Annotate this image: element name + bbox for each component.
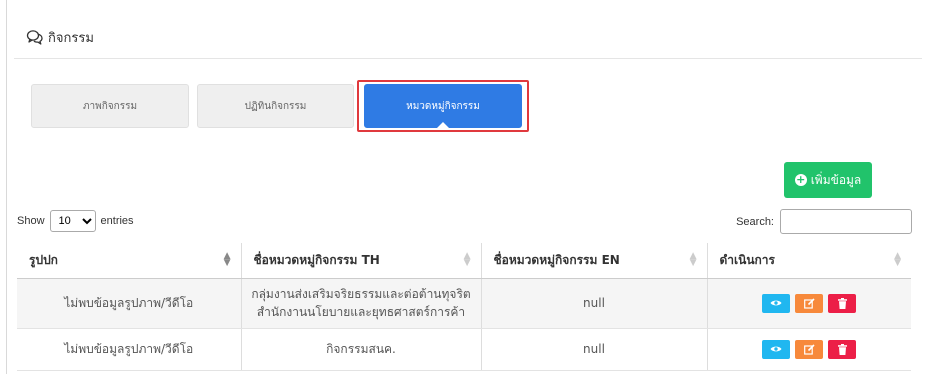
column-header-label: ชื่อหมวดหมู่กิจกรรม TH (253, 252, 380, 267)
cover-cell: ไม่พบข้อมูลรูปภาพ/วีดีโอ (17, 328, 242, 371)
table-row: ไม่พบข้อมูลรูปภาพ/วีดีโอ กิจกรรมสนค. nul… (17, 328, 911, 371)
column-header-cover[interactable]: รูปปก ▲ ▼ (17, 243, 242, 279)
column-header-label: ชื่อหมวดหมู่กิจกรรม EN (493, 252, 620, 267)
tab-label: ภาพกิจกรรม (82, 100, 138, 112)
show-label: Show (17, 215, 45, 227)
cover-cell: ไม่พบข้อมูลรูปภาพ/วีดีโอ (17, 278, 242, 329)
view-button[interactable] (762, 339, 791, 359)
column-header-label: ดำเนินการ (719, 252, 776, 267)
tab-label: ปฏิทินกิจกรรม (244, 100, 307, 112)
page-title: กิจกรรม (48, 30, 94, 46)
tab-activity-categories[interactable]: หมวดหมู่กิจกรรม (364, 84, 522, 128)
sort-icon: ▲ ▼ (894, 251, 901, 268)
name-th-cell: กิจกรรมสนค. (241, 328, 482, 371)
table-header-row: รูปปก ▲ ▼ ชื่อหมวดหมู่กิจกรรม TH ▲ ▼ ชื่อห… (17, 243, 911, 279)
active-tab-caret-icon (437, 122, 449, 128)
tab-activity-calendar[interactable]: ปฏิทินกิจกรรม (197, 84, 354, 128)
search-control: Search: (736, 209, 912, 234)
actions-cell (707, 278, 911, 329)
column-header-label: รูปปก (29, 252, 58, 267)
actions-cell (707, 328, 911, 371)
delete-button[interactable] (828, 293, 857, 313)
add-data-button[interactable]: + เพิ่มข้อมูล (784, 162, 872, 198)
edit-icon (803, 343, 815, 355)
name-en-cell: null (481, 278, 708, 329)
name-th-cell: กลุ่มงานส่งเสริมจริยธรรมและต่อต้านทุจริต… (241, 278, 482, 329)
trash-icon (837, 297, 847, 309)
name-en-cell: null (481, 328, 708, 371)
column-header-name-th[interactable]: ชื่อหมวดหมู่กิจกรรม TH ▲ ▼ (241, 243, 482, 279)
eye-icon (770, 346, 782, 352)
delete-button[interactable] (828, 339, 857, 359)
page: กิจกรรม ภาพกิจกรรม ปฏิทินกิจกรรม หมวดหมู… (0, 0, 930, 374)
edit-icon (803, 297, 815, 309)
add-data-label: เพิ่มข้อมูล (810, 172, 862, 187)
tab-label: หมวดหมู่กิจกรรม (406, 100, 480, 112)
column-header-name-en[interactable]: ชื่อหมวดหมู่กิจกรรม EN ▲ ▼ (481, 243, 708, 279)
entries-select[interactable]: 10 (49, 210, 96, 232)
column-header-actions[interactable]: ดำเนินการ ▲ ▼ (707, 243, 911, 279)
sort-icon: ▲ ▼ (689, 251, 697, 268)
entries-length-control: Show 10 entries (17, 210, 134, 232)
sort-desc-icon: ▲ ▼ (223, 251, 231, 268)
entries-label: entries (100, 215, 134, 227)
sort-icon: ▲ ▼ (463, 251, 471, 268)
edit-button[interactable] (795, 293, 824, 313)
page-border (6, 0, 7, 374)
search-label: Search: (736, 215, 774, 228)
search-input[interactable] (780, 209, 912, 234)
trash-icon (837, 343, 847, 355)
chat-bubbles-icon (26, 30, 43, 45)
table-row: ไม่พบข้อมูลรูปภาพ/วีดีโอ กลุ่มงานส่งเสริ… (17, 278, 911, 329)
page-header: กิจกรรม (14, 22, 94, 52)
eye-icon (770, 300, 782, 306)
view-button[interactable] (762, 293, 791, 313)
tab-activity-photos[interactable]: ภาพกิจกรรม (31, 84, 189, 128)
edit-button[interactable] (795, 339, 824, 359)
categories-table: รูปปก ▲ ▼ ชื่อหมวดหมู่กิจกรรม TH ▲ ▼ ชื่อห… (17, 243, 911, 371)
header-divider (14, 58, 922, 59)
plus-circle-icon: + (794, 173, 807, 186)
